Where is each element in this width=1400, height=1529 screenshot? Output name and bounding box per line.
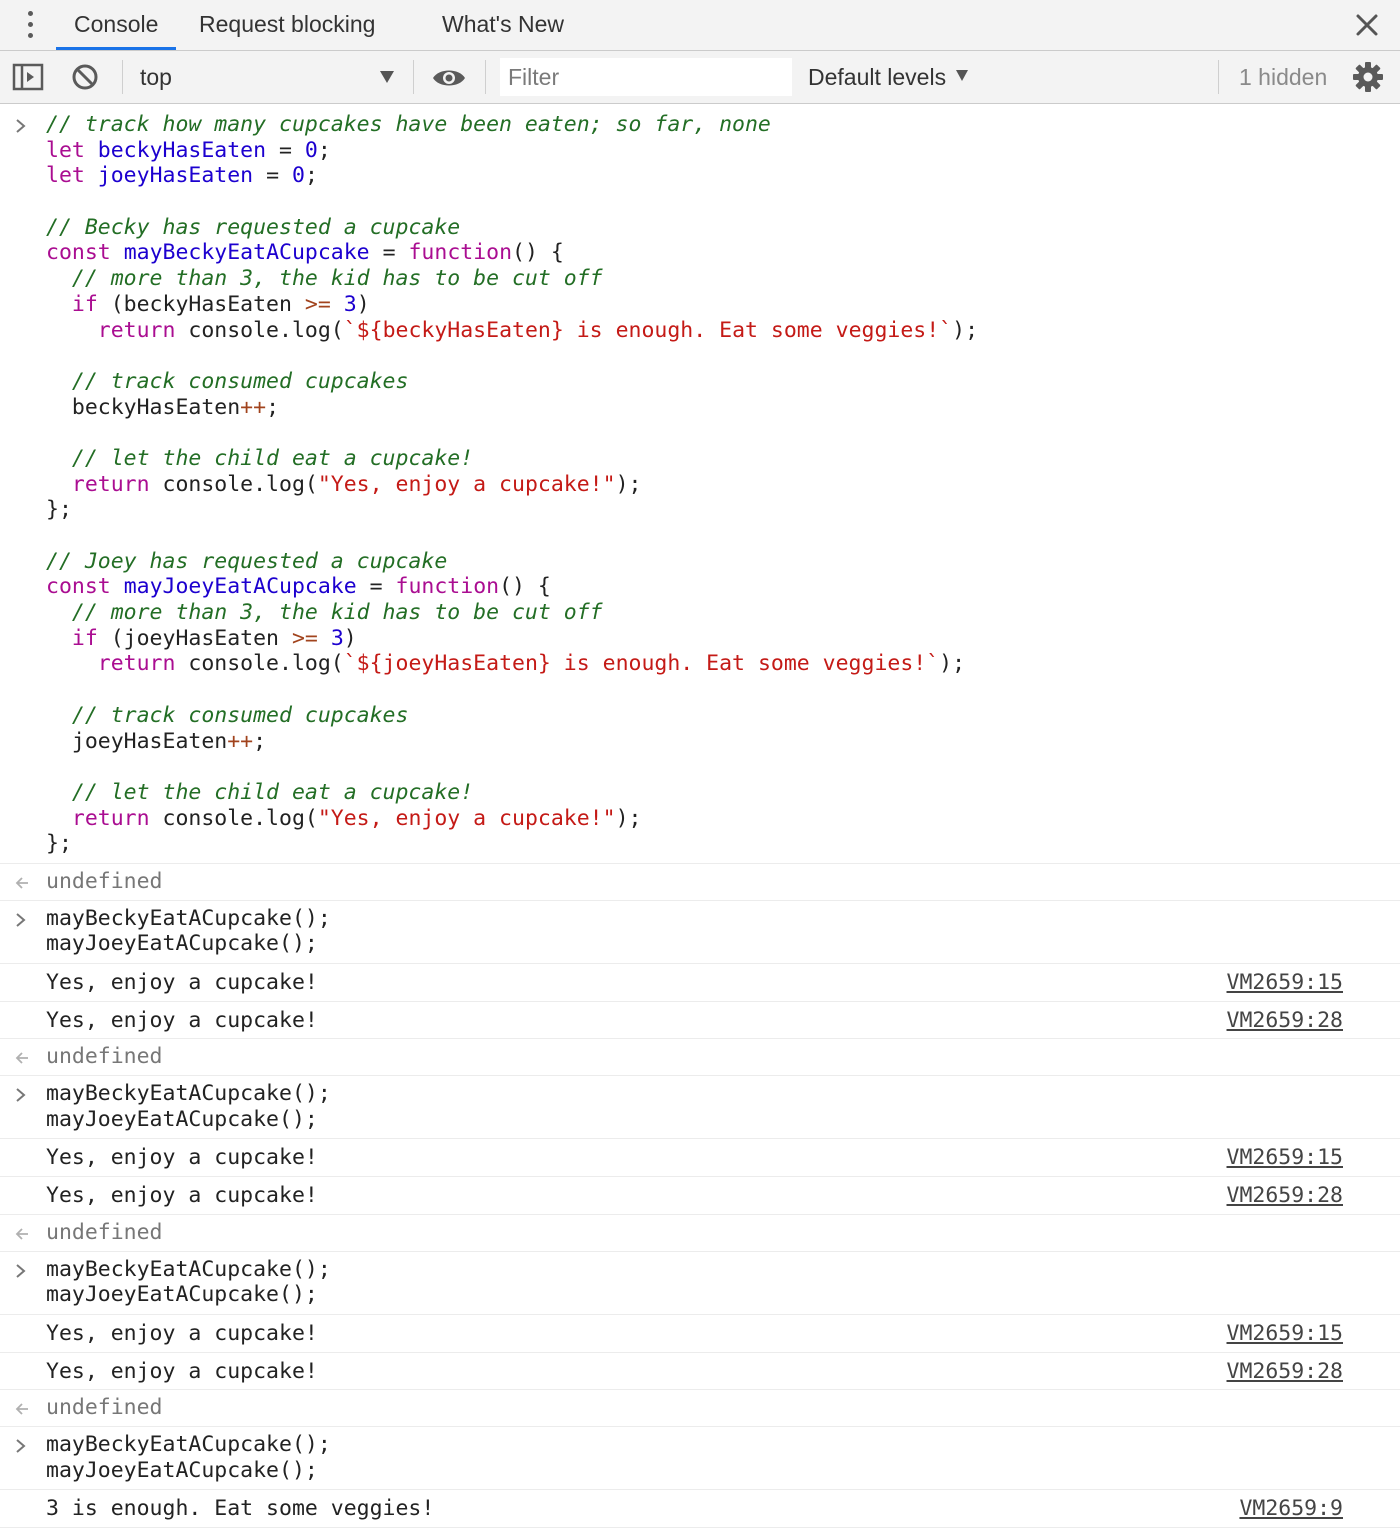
code-line: // more than 3, the kid has to be cut of… <box>71 266 603 292</box>
code-line: let joeyHasEaten = 0; <box>46 163 318 189</box>
clear-console-icon[interactable] <box>71 63 99 91</box>
prompt-arrow-icon <box>16 1439 26 1453</box>
code-line: // track consumed cupcakes <box>71 368 409 394</box>
console-result: undefined <box>0 1390 1400 1427</box>
code-line: return console.log("Yes, enjoy a cupcake… <box>71 471 642 497</box>
hidden-messages-count: 1 hidden <box>1239 64 1328 90</box>
console-log-message: Yes, enjoy a cupcake! VM2659:28 <box>0 1002 1400 1040</box>
code-line: return console.log(`${joeyHasEaten} is e… <box>97 651 966 677</box>
code-line: // let the child eat a cupcake! <box>71 445 474 471</box>
code-line: // track how many cupcakes have been eat… <box>46 112 771 137</box>
console-input-code-block[interactable]: // track how many cupcakes have been eat… <box>0 104 1400 864</box>
source-link[interactable]: VM2659:28 <box>1227 1008 1344 1033</box>
result-value: undefined <box>46 1219 163 1245</box>
log-levels-label: Default levels <box>808 64 947 90</box>
live-expression-eye-icon[interactable] <box>431 66 467 90</box>
code-line: if (joeyHasEaten >= 3) <box>71 625 357 651</box>
code-line: let beckyHasEaten = 0; <box>46 137 331 163</box>
source-link[interactable]: VM2659:15 <box>1227 1321 1344 1346</box>
code-line: if (beckyHasEaten >= 3) <box>71 291 370 317</box>
filter-input[interactable] <box>500 58 792 96</box>
code-line: return console.log(`${beckyHasEaten} is … <box>97 317 979 343</box>
source-link[interactable]: VM2659:28 <box>1227 1183 1344 1208</box>
result-value: undefined <box>46 868 163 894</box>
log-text: Yes, enjoy a cupcake! <box>46 1320 318 1346</box>
code-line: mayJoeyEatACupcake(); <box>46 1282 318 1308</box>
code-line: mayJoeyEatACupcake(); <box>46 931 318 957</box>
tab-console[interactable]: Console <box>56 0 177 50</box>
console-input-calls[interactable]: mayBeckyEatACupcake(); mayJoeyEatACupcak… <box>0 1076 1400 1140</box>
log-text: Yes, enjoy a cupcake! <box>46 1007 318 1033</box>
console-log-message: Yes, enjoy a cupcake! VM2659:15 <box>0 964 1400 1002</box>
prompt-arrow-icon <box>16 119 26 133</box>
code-line: mayBeckyEatACupcake(); <box>46 905 331 931</box>
code-line: mayBeckyEatACupcake(); <box>46 1081 331 1107</box>
code-line: // more than 3, the kid has to be cut of… <box>71 600 603 626</box>
code-line: // track consumed cupcakes <box>71 702 409 728</box>
result-value: undefined <box>46 1044 163 1070</box>
console-input-calls[interactable]: mayBeckyEatACupcake(); mayJoeyEatACupcak… <box>0 1252 1400 1315</box>
log-text: Yes, enjoy a cupcake! <box>46 970 318 995</box>
result-arrow-icon <box>15 1052 28 1065</box>
code-line: beckyHasEaten++; <box>71 394 280 420</box>
console-result: undefined <box>0 864 1400 901</box>
sidebar-toggle-icon[interactable] <box>12 63 44 91</box>
code-line: joeyHasEaten++; <box>71 728 267 754</box>
result-arrow-icon <box>15 1403 28 1415</box>
source-link[interactable]: VM2659:15 <box>1227 1145 1344 1170</box>
result-value: undefined <box>46 1395 163 1421</box>
code-line: // Joey has requested a cupcake <box>46 548 448 574</box>
result-arrow-icon <box>15 1228 28 1240</box>
more-options-icon[interactable] <box>20 9 40 41</box>
result-arrow-icon <box>15 877 28 889</box>
code-line: mayBeckyEatACupcake(); <box>46 1431 331 1457</box>
console-log-message: Yes, enjoy a cupcake! VM2659:28 <box>0 1353 1400 1391</box>
console-result: undefined <box>0 1215 1400 1252</box>
console-log-message: Yes, enjoy a cupcake! VM2659:15 <box>0 1315 1400 1353</box>
prompt-arrow-icon <box>16 1088 26 1102</box>
tab-request-blocking[interactable]: Request blocking <box>199 0 375 48</box>
code-line: // let the child eat a cupcake! <box>71 779 474 805</box>
console-log-message: Yes, enjoy a cupcake! VM2659:28 <box>0 1177 1400 1215</box>
log-text: Yes, enjoy a cupcake! <box>46 1145 318 1171</box>
code-line: mayJoeyEatACupcake(); <box>46 1106 318 1132</box>
source-link[interactable]: VM2659:9 <box>1239 1496 1343 1521</box>
log-text: 3 is enough. Eat some veggies! <box>46 1496 435 1522</box>
source-link[interactable]: VM2659:15 <box>1227 970 1344 995</box>
console-messages: // track how many cupcakes have been eat… <box>0 104 1400 1528</box>
console-input-calls[interactable]: mayBeckyEatACupcake(); mayJoeyEatACupcak… <box>0 901 1400 964</box>
execution-context-select[interactable]: top <box>140 51 172 103</box>
console-input-calls[interactable]: mayBeckyEatACupcake(); mayJoeyEatACupcak… <box>0 1427 1400 1491</box>
tab-whats-new[interactable]: What's New <box>442 0 564 48</box>
code-line: }; <box>46 831 72 857</box>
console-log-message: 3 is enough. Eat some veggies! VM2659:9 <box>0 1490 1400 1528</box>
code-line: }; <box>46 497 72 523</box>
console-result: undefined <box>0 1039 1400 1077</box>
gear-icon[interactable] <box>1352 61 1384 93</box>
console-toolbar: top Default levels 1 hidden <box>0 51 1400 104</box>
code-line: mayBeckyEatACupcake(); <box>46 1256 331 1282</box>
chevron-down-icon[interactable] <box>380 71 394 83</box>
code-line: return console.log("Yes, enjoy a cupcake… <box>71 805 642 831</box>
code-line: const mayBeckyEatACupcake = function() { <box>46 240 564 266</box>
console-log-message: Yes, enjoy a cupcake! VM2659:15 <box>0 1139 1400 1178</box>
prompt-arrow-icon <box>16 912 26 927</box>
log-text: Yes, enjoy a cupcake! <box>46 1358 318 1384</box>
dropdown-arrow-icon <box>956 70 969 82</box>
source-link[interactable]: VM2659:28 <box>1227 1359 1344 1384</box>
code-line: // Becky has requested a cupcake <box>46 214 461 240</box>
close-icon[interactable] <box>1350 8 1384 42</box>
drawer-tab-strip: Console Request blocking What's New <box>0 0 1400 51</box>
code-line: const mayJoeyEatACupcake = function() { <box>46 574 551 600</box>
prompt-arrow-icon <box>16 1263 26 1278</box>
log-levels-dropdown[interactable]: Default levels <box>808 51 969 103</box>
log-text: Yes, enjoy a cupcake! <box>46 1183 318 1209</box>
code-line: mayJoeyEatACupcake(); <box>46 1457 318 1483</box>
